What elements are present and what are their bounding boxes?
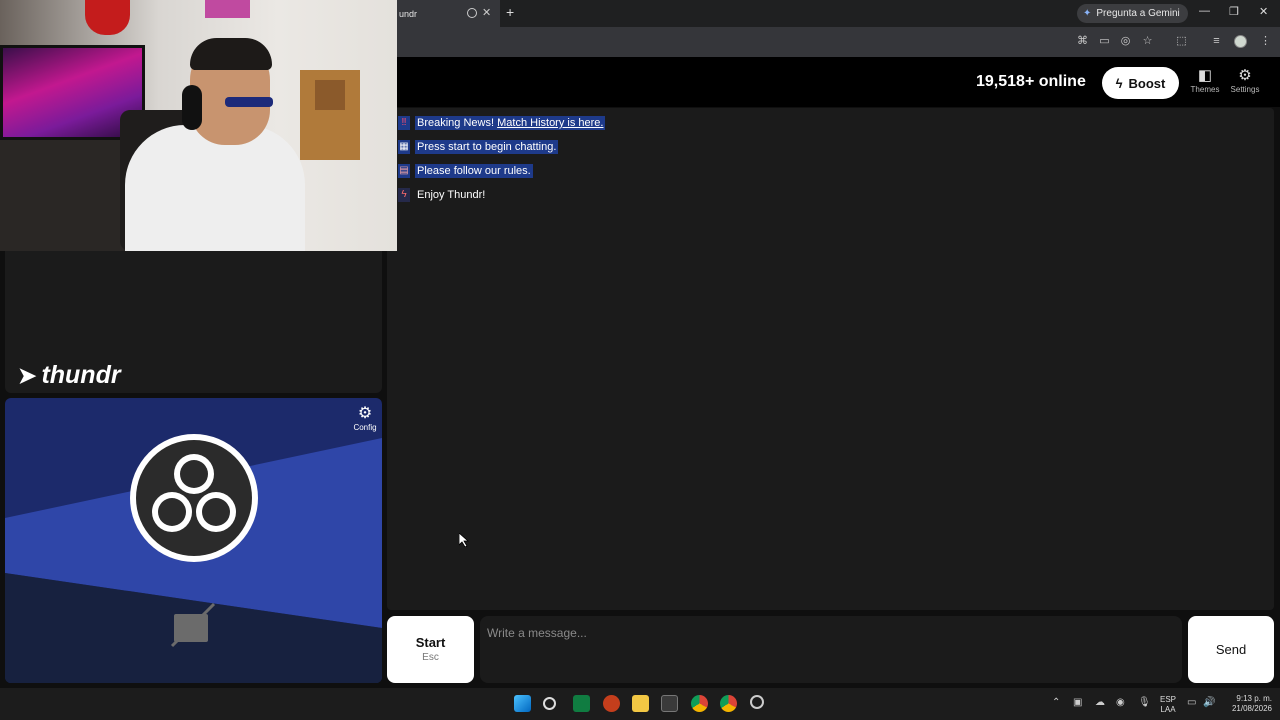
webcam-poster bbox=[205, 0, 250, 18]
keyboard-layout: LAA bbox=[1160, 705, 1176, 714]
thundr-bolt-icon: ➤ bbox=[18, 362, 37, 388]
settings-label: Settings bbox=[1230, 85, 1260, 94]
obs-swirl bbox=[152, 454, 236, 532]
obs-logo-inner bbox=[136, 440, 252, 556]
windows-start-icon[interactable] bbox=[514, 695, 531, 712]
close-window-button[interactable]: ✕ bbox=[1259, 5, 1268, 18]
gemini-sparkle-icon: ✦ bbox=[1083, 8, 1092, 19]
input-language[interactable]: ESP LAA bbox=[1157, 695, 1179, 715]
bookmark-star-icon[interactable]: ☆ bbox=[1141, 35, 1154, 48]
lightning-icon: ϟ bbox=[398, 188, 410, 202]
gear-icon: ⚙ bbox=[1238, 67, 1252, 84]
start-button[interactable]: Start Esc bbox=[387, 616, 474, 683]
clock[interactable]: 9:13 p. m. 21/08/2026 bbox=[1222, 694, 1272, 714]
minimize-button[interactable]: — bbox=[1199, 5, 1210, 17]
message-input-placeholder: Write a message... bbox=[487, 626, 587, 640]
message-text: Press start to begin chatting. bbox=[415, 140, 559, 154]
excel-icon[interactable] bbox=[573, 695, 590, 712]
chat-message: ‼ Breaking News! Match History is here. bbox=[398, 115, 606, 131]
chrome-icon[interactable] bbox=[691, 695, 708, 712]
config-button[interactable]: ⚙ Config bbox=[350, 405, 380, 432]
eye-off-icon[interactable]: ◎ bbox=[1119, 35, 1132, 48]
new-tab-button[interactable]: + bbox=[506, 4, 514, 20]
onedrive-icon[interactable]: ☁ bbox=[1095, 697, 1105, 708]
menu-kebab-icon[interactable]: ⋮ bbox=[1259, 35, 1272, 48]
chat-message: ▤ Please follow our rules. bbox=[398, 163, 533, 179]
brand-name: thundr bbox=[41, 361, 121, 389]
boost-label: Boost bbox=[1128, 75, 1166, 91]
tab-title: undr bbox=[399, 8, 418, 19]
message-prefix: Breaking News! bbox=[417, 117, 495, 129]
tab-close-icon[interactable]: ✕ bbox=[482, 6, 491, 19]
message-text: Please follow our rules. bbox=[415, 164, 533, 178]
translate-icon[interactable]: ⌘ bbox=[1076, 35, 1089, 48]
themes-icon: ◧ bbox=[1197, 67, 1213, 84]
webcam-sunglasses bbox=[225, 97, 273, 107]
clock-date: 21/08/2026 bbox=[1231, 704, 1272, 713]
mouse-cursor-icon bbox=[459, 533, 469, 547]
webcam-feed bbox=[0, 0, 397, 251]
online-count: 19,518+ online bbox=[976, 73, 1086, 90]
webcam-person-body bbox=[125, 125, 305, 251]
chevron-up-icon[interactable]: ⌃ bbox=[1052, 697, 1060, 708]
gear-icon: ⚙ bbox=[357, 405, 373, 422]
start-label: Start bbox=[415, 635, 446, 650]
screen: undr ✕ + ✦ Pregunta a Gemini — ❐ ✕ ⌘ ▭ ◎… bbox=[0, 0, 1280, 720]
settings-button[interactable]: ⚙ Settings bbox=[1225, 67, 1265, 99]
restore-button[interactable]: ❐ bbox=[1229, 5, 1239, 18]
webcam-person-hair bbox=[190, 38, 272, 70]
message-text: Enjoy Thundr! bbox=[417, 189, 486, 201]
search-icon[interactable] bbox=[543, 697, 556, 710]
chat-message: ϟ Enjoy Thundr! bbox=[398, 187, 487, 203]
tray-app-icon[interactable]: ▣ bbox=[1073, 697, 1082, 708]
profile-avatar[interactable] bbox=[1234, 35, 1247, 48]
chat-message: ▦ Press start to begin chatting. bbox=[398, 139, 559, 155]
camera-off-icon bbox=[170, 602, 216, 648]
webcam-plush-toy bbox=[85, 0, 130, 35]
config-label: Config bbox=[353, 423, 377, 432]
chat-panel bbox=[387, 108, 1274, 610]
gemini-button[interactable]: ✦ Pregunta a Gemini bbox=[1077, 4, 1188, 23]
cast-icon[interactable]: ▭ bbox=[1098, 35, 1111, 48]
lightning-icon: ϟ bbox=[1115, 75, 1123, 91]
browser-tab[interactable]: undr ✕ bbox=[397, 0, 500, 27]
pixel-figure-face bbox=[315, 80, 345, 110]
send-button[interactable]: Send bbox=[1188, 616, 1274, 683]
webcam-headset bbox=[182, 85, 202, 130]
security-icon[interactable]: ◉ bbox=[1116, 697, 1125, 708]
file-explorer-icon[interactable] bbox=[632, 695, 649, 712]
gemini-label: Pregunta a Gemini bbox=[1096, 8, 1180, 19]
boost-button[interactable]: ϟ Boost bbox=[1102, 67, 1179, 99]
clock-time: 9:13 p. m. bbox=[1236, 694, 1272, 703]
message-text: Breaking News! Match History is here. bbox=[415, 116, 606, 130]
themes-button[interactable]: ◧ Themes bbox=[1185, 67, 1225, 99]
volume-icon[interactable]: 🔊 bbox=[1203, 697, 1215, 708]
powerpoint-icon[interactable] bbox=[603, 695, 620, 712]
thundr-logo: ➤ thundr bbox=[18, 361, 121, 390]
double-exclamation-icon: ‼ bbox=[398, 116, 410, 130]
extensions-icon[interactable]: ⬚ bbox=[1175, 35, 1188, 48]
match-history-link[interactable]: Match History is here. bbox=[497, 117, 603, 129]
tab-recording-icon bbox=[467, 8, 477, 18]
media-icon[interactable]: ≡ bbox=[1210, 35, 1223, 48]
obs-taskbar-icon[interactable] bbox=[750, 695, 764, 709]
chrome-active-icon[interactable] bbox=[720, 695, 737, 712]
webcam-pixel-figure bbox=[300, 70, 360, 160]
start-shortcut-hint: Esc bbox=[422, 652, 439, 663]
microphone-icon[interactable]: 🎙 bbox=[1138, 697, 1151, 708]
themes-label: Themes bbox=[1190, 85, 1220, 94]
scroll-icon: ▤ bbox=[398, 164, 410, 178]
store-icon[interactable] bbox=[661, 695, 678, 712]
network-icon[interactable]: ▭ bbox=[1187, 697, 1196, 708]
language-code: ESP bbox=[1159, 695, 1176, 704]
checkered-flag-icon: ▦ bbox=[398, 140, 410, 154]
